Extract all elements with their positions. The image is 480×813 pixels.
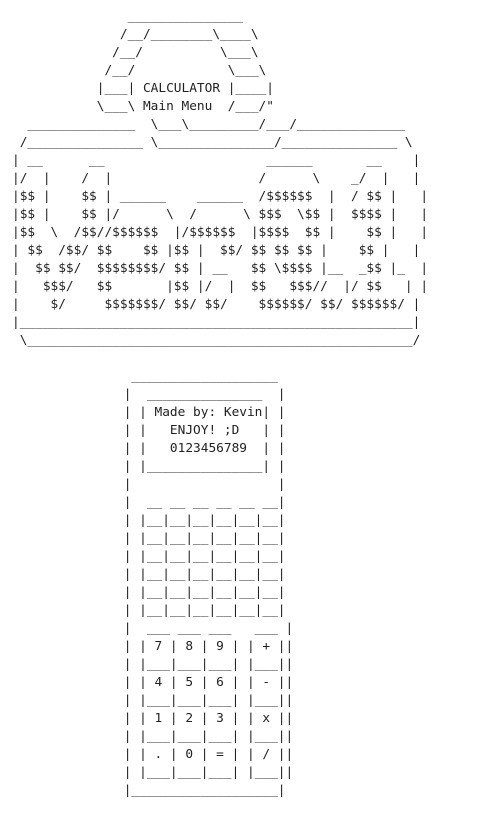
- key-equals-button[interactable]: [201, 728, 225, 758]
- key-multiply-button[interactable]: [248, 692, 278, 722]
- key-7-button[interactable]: [140, 620, 164, 650]
- key-5-button[interactable]: [170, 656, 194, 686]
- key-0-button[interactable]: [170, 728, 194, 758]
- key-8-button[interactable]: [170, 620, 194, 650]
- key-2-button[interactable]: [170, 692, 194, 722]
- key-6-button[interactable]: [201, 656, 225, 686]
- key-1-button[interactable]: [140, 692, 164, 722]
- key-decimal-button[interactable]: [140, 728, 164, 758]
- key-divide-button[interactable]: [248, 728, 278, 758]
- key-plus-button[interactable]: [248, 620, 278, 650]
- key-3-button[interactable]: [201, 692, 225, 722]
- calculator-main-menu-banner: _______________ /__/________\____\ /__/ …: [12, 9, 429, 348]
- key-9-button[interactable]: [201, 620, 225, 650]
- key-minus-button[interactable]: [248, 656, 278, 686]
- key-4-button[interactable]: [140, 656, 164, 686]
